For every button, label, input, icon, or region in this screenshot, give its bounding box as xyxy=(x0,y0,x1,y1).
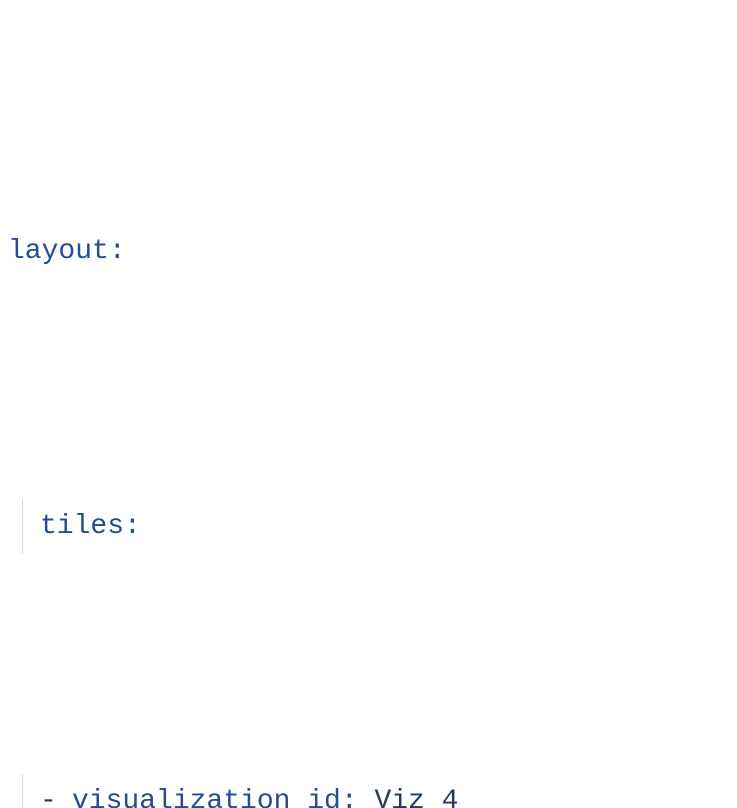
indent-guide xyxy=(8,774,40,808)
yaml-key-layout: layout xyxy=(8,224,109,279)
yaml-colon: : xyxy=(109,224,126,279)
yaml-list-dash: - xyxy=(40,774,72,808)
yaml-key-tiles: tiles xyxy=(40,499,124,554)
yaml-editor[interactable]: layout: tiles: - visualization_id: Viz_4… xyxy=(0,0,737,808)
yaml-value-visualization-id: Viz_4 xyxy=(374,774,458,808)
yaml-key-visualization-id: visualization_id xyxy=(72,774,341,808)
yaml-line[interactable]: layout: xyxy=(8,224,737,279)
yaml-colon: : xyxy=(124,499,141,554)
yaml-line[interactable]: tiles: xyxy=(8,499,737,554)
indent-guide xyxy=(8,499,40,554)
yaml-line[interactable]: - visualization_id: Viz_4 xyxy=(8,774,737,808)
yaml-colon: : xyxy=(341,774,375,808)
